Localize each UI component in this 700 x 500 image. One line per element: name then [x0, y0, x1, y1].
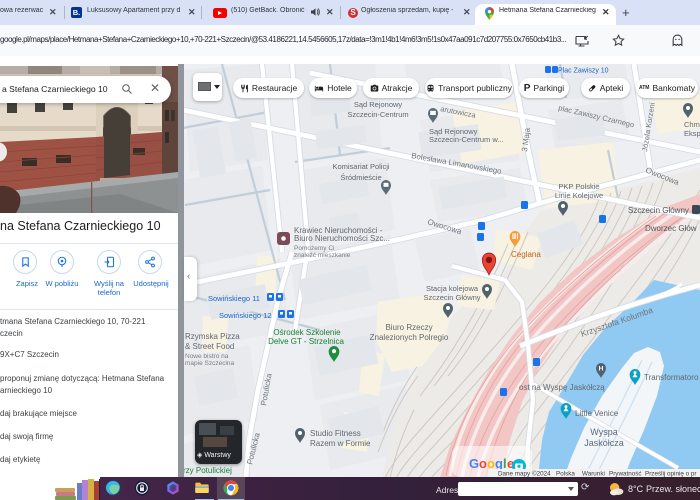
svg-text:Wyspa: Wyspa	[590, 427, 617, 437]
svg-text:Chm: Chm	[684, 120, 700, 129]
svg-text:znaleźć mieszkanie: znaleźć mieszkanie	[294, 252, 351, 259]
svg-text:g: g	[495, 456, 503, 471]
svg-text:Dworzec Głów: Dworzec Głów	[645, 224, 697, 233]
svg-text:Szczecin-Centrum: Szczecin-Centrum	[347, 110, 408, 119]
svg-text:H: H	[599, 365, 604, 372]
svg-text:Komisariat Policji: Komisariat Policji	[332, 162, 389, 171]
svg-text:Jaskółcza: Jaskółcza	[584, 438, 624, 448]
svg-text:Szczecin Główny: Szczecin Główny	[628, 206, 689, 215]
svg-text:Razem w Formie: Razem w Formie	[310, 439, 371, 448]
svg-text:Śródmieście: Śródmieście	[340, 173, 381, 182]
svg-text:l: l	[503, 456, 506, 471]
svg-text:mapie Szczecina: mapie Szczecina	[185, 360, 235, 367]
svg-text:o: o	[479, 456, 487, 471]
svg-text:ost na Wyspę Jaskółczą: ost na Wyspę Jaskółczą	[519, 383, 605, 392]
svg-text:Transformatoro: Transformatoro	[644, 373, 699, 382]
svg-text:Nowe bistro na: Nowe bistro na	[185, 353, 229, 360]
svg-text:o: o	[487, 456, 495, 471]
svg-text:rzy Potulickiej: rzy Potulickiej	[183, 466, 232, 475]
svg-text:Biuro Nieruchomości Szc...: Biuro Nieruchomości Szc...	[294, 234, 390, 243]
svg-text:Studio Fitness: Studio Fitness	[310, 429, 361, 438]
svg-text:Eksp: Eksp	[684, 129, 700, 138]
svg-text:Szczecin Główny: Szczecin Główny	[423, 293, 480, 302]
svg-text:Rzymska Pizza: Rzymska Pizza	[185, 332, 240, 341]
svg-text:& Street Food: & Street Food	[185, 342, 234, 351]
svg-text:Stacja kolejowa: Stacja kolejowa	[426, 284, 479, 293]
svg-text:Ceglana: Ceglana	[511, 250, 541, 259]
svg-text:Plac Zawiszy 10: Plac Zawiszy 10	[558, 68, 609, 75]
svg-text:Ośrodek Szkolenie: Ośrodek Szkolenie	[273, 328, 341, 337]
svg-text:Dane mapy ©2024: Dane mapy ©2024	[498, 470, 551, 478]
svg-text:G: G	[469, 456, 479, 471]
svg-text:Szczecin-Centrum w...: Szczecin-Centrum w...	[429, 135, 504, 144]
svg-text:Biuro Rzeczy: Biuro Rzeczy	[385, 323, 432, 332]
svg-text:Pomożemy Ci: Pomożemy Ci	[294, 245, 334, 252]
svg-text:PKP Polskie: PKP Polskie	[558, 182, 599, 191]
svg-text:Sowińskiego 12: Sowińskiego 12	[219, 311, 272, 320]
svg-text:Linie Kolejowe: Linie Kolejowe	[555, 191, 603, 200]
svg-text:Znalezionych Polregio: Znalezionych Polregio	[370, 333, 449, 342]
svg-text:Sąd Rejonowy: Sąd Rejonowy	[354, 100, 403, 109]
svg-text:Sowińskiego 11: Sowińskiego 11	[208, 294, 260, 303]
svg-text:Delve GT - Strzelnica: Delve GT - Strzelnica	[268, 337, 344, 346]
svg-text:Little Venice: Little Venice	[575, 409, 619, 418]
